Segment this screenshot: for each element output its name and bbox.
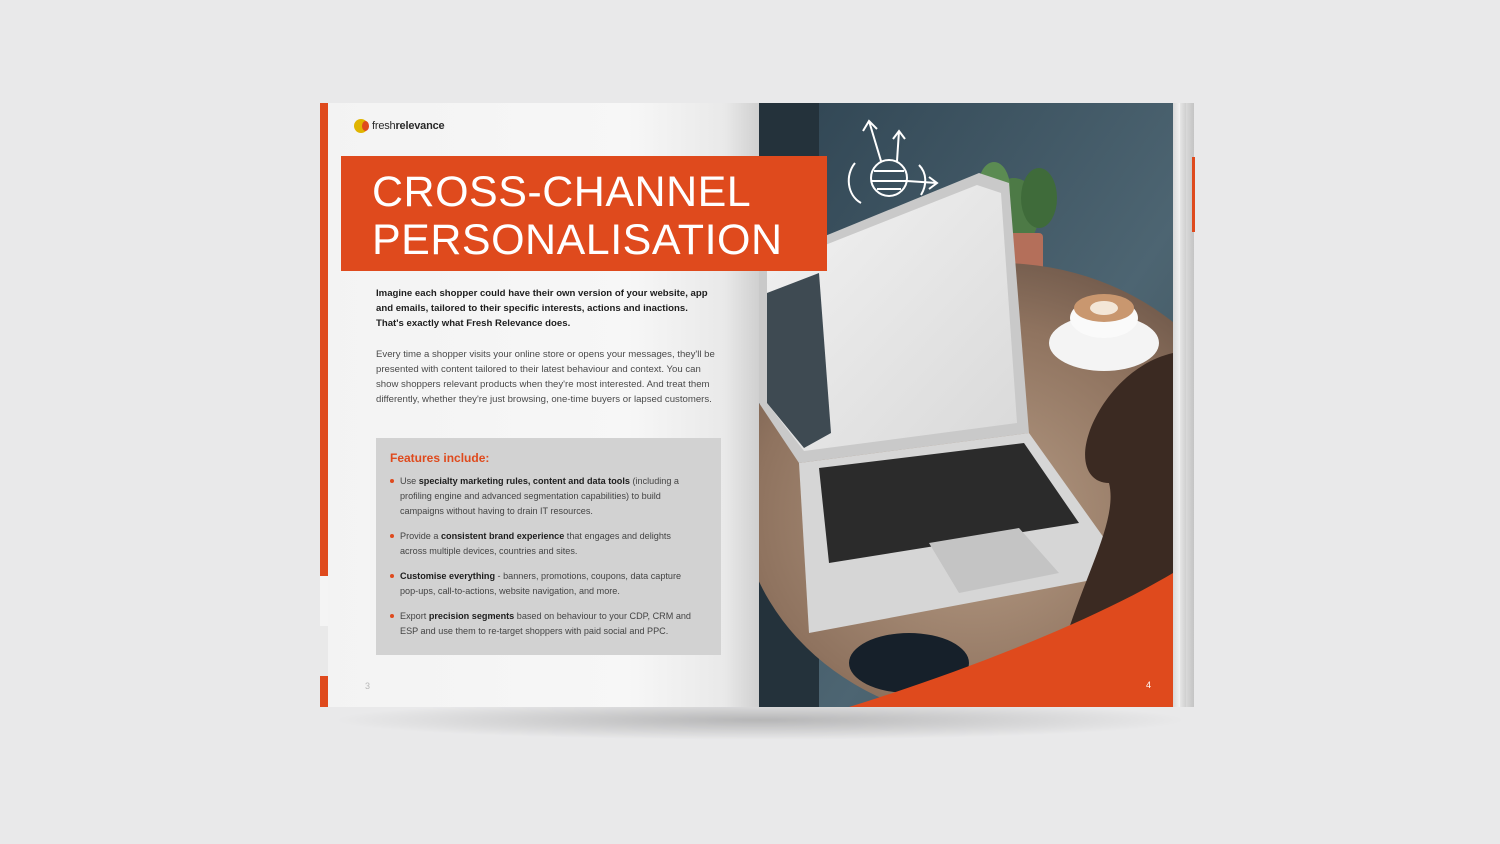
feature-highlight: specialty marketing rules, content and d… xyxy=(418,476,630,486)
fresh-relevance-logo: freshrelevance xyxy=(354,119,445,133)
features-box: Features include: Use specialty marketin… xyxy=(376,438,721,655)
feature-highlight: consistent brand experience xyxy=(440,531,565,541)
stripe-gap xyxy=(320,576,328,626)
logo-bold-text: relevance xyxy=(395,120,445,132)
title-line-2: PERSONALISATION xyxy=(372,216,783,264)
body-paragraph: Every time a shopper visits your online … xyxy=(376,349,715,405)
title-line-1: CROSS-CHANNEL xyxy=(372,168,752,216)
page-edge xyxy=(1173,103,1180,707)
feature-highlight: Customise everything xyxy=(400,571,496,581)
features-heading: Features include: xyxy=(390,451,490,465)
feature-item: Provide a consistent brand experience th… xyxy=(390,529,700,559)
logo-mark-icon xyxy=(354,119,369,133)
feature-item: Customise everything - banners, promotio… xyxy=(390,569,700,599)
feature-item: Use specialty marketing rules, content a… xyxy=(390,474,700,519)
logo-wordmark: freshrelevance xyxy=(372,120,445,132)
stripe-gap xyxy=(320,626,328,676)
feature-text: Export xyxy=(400,611,429,621)
features-list: Use specialty marketing rules, content a… xyxy=(390,474,700,649)
intro-paragraph: Imagine each shopper could have their ow… xyxy=(376,288,708,329)
page-edge-accent xyxy=(1192,157,1195,232)
page-number-left: 3 xyxy=(365,681,371,691)
page-number-right: 4 xyxy=(1146,680,1152,690)
feature-highlight: precision segments xyxy=(428,611,515,621)
feature-text: Use xyxy=(400,476,419,486)
feature-text: Provide a xyxy=(400,531,441,541)
feature-item: Export precision segments based on behav… xyxy=(390,609,700,639)
page-title: CROSS-CHANNEL PERSONALISATION xyxy=(372,168,783,264)
logo-light-text: fresh xyxy=(372,120,396,132)
